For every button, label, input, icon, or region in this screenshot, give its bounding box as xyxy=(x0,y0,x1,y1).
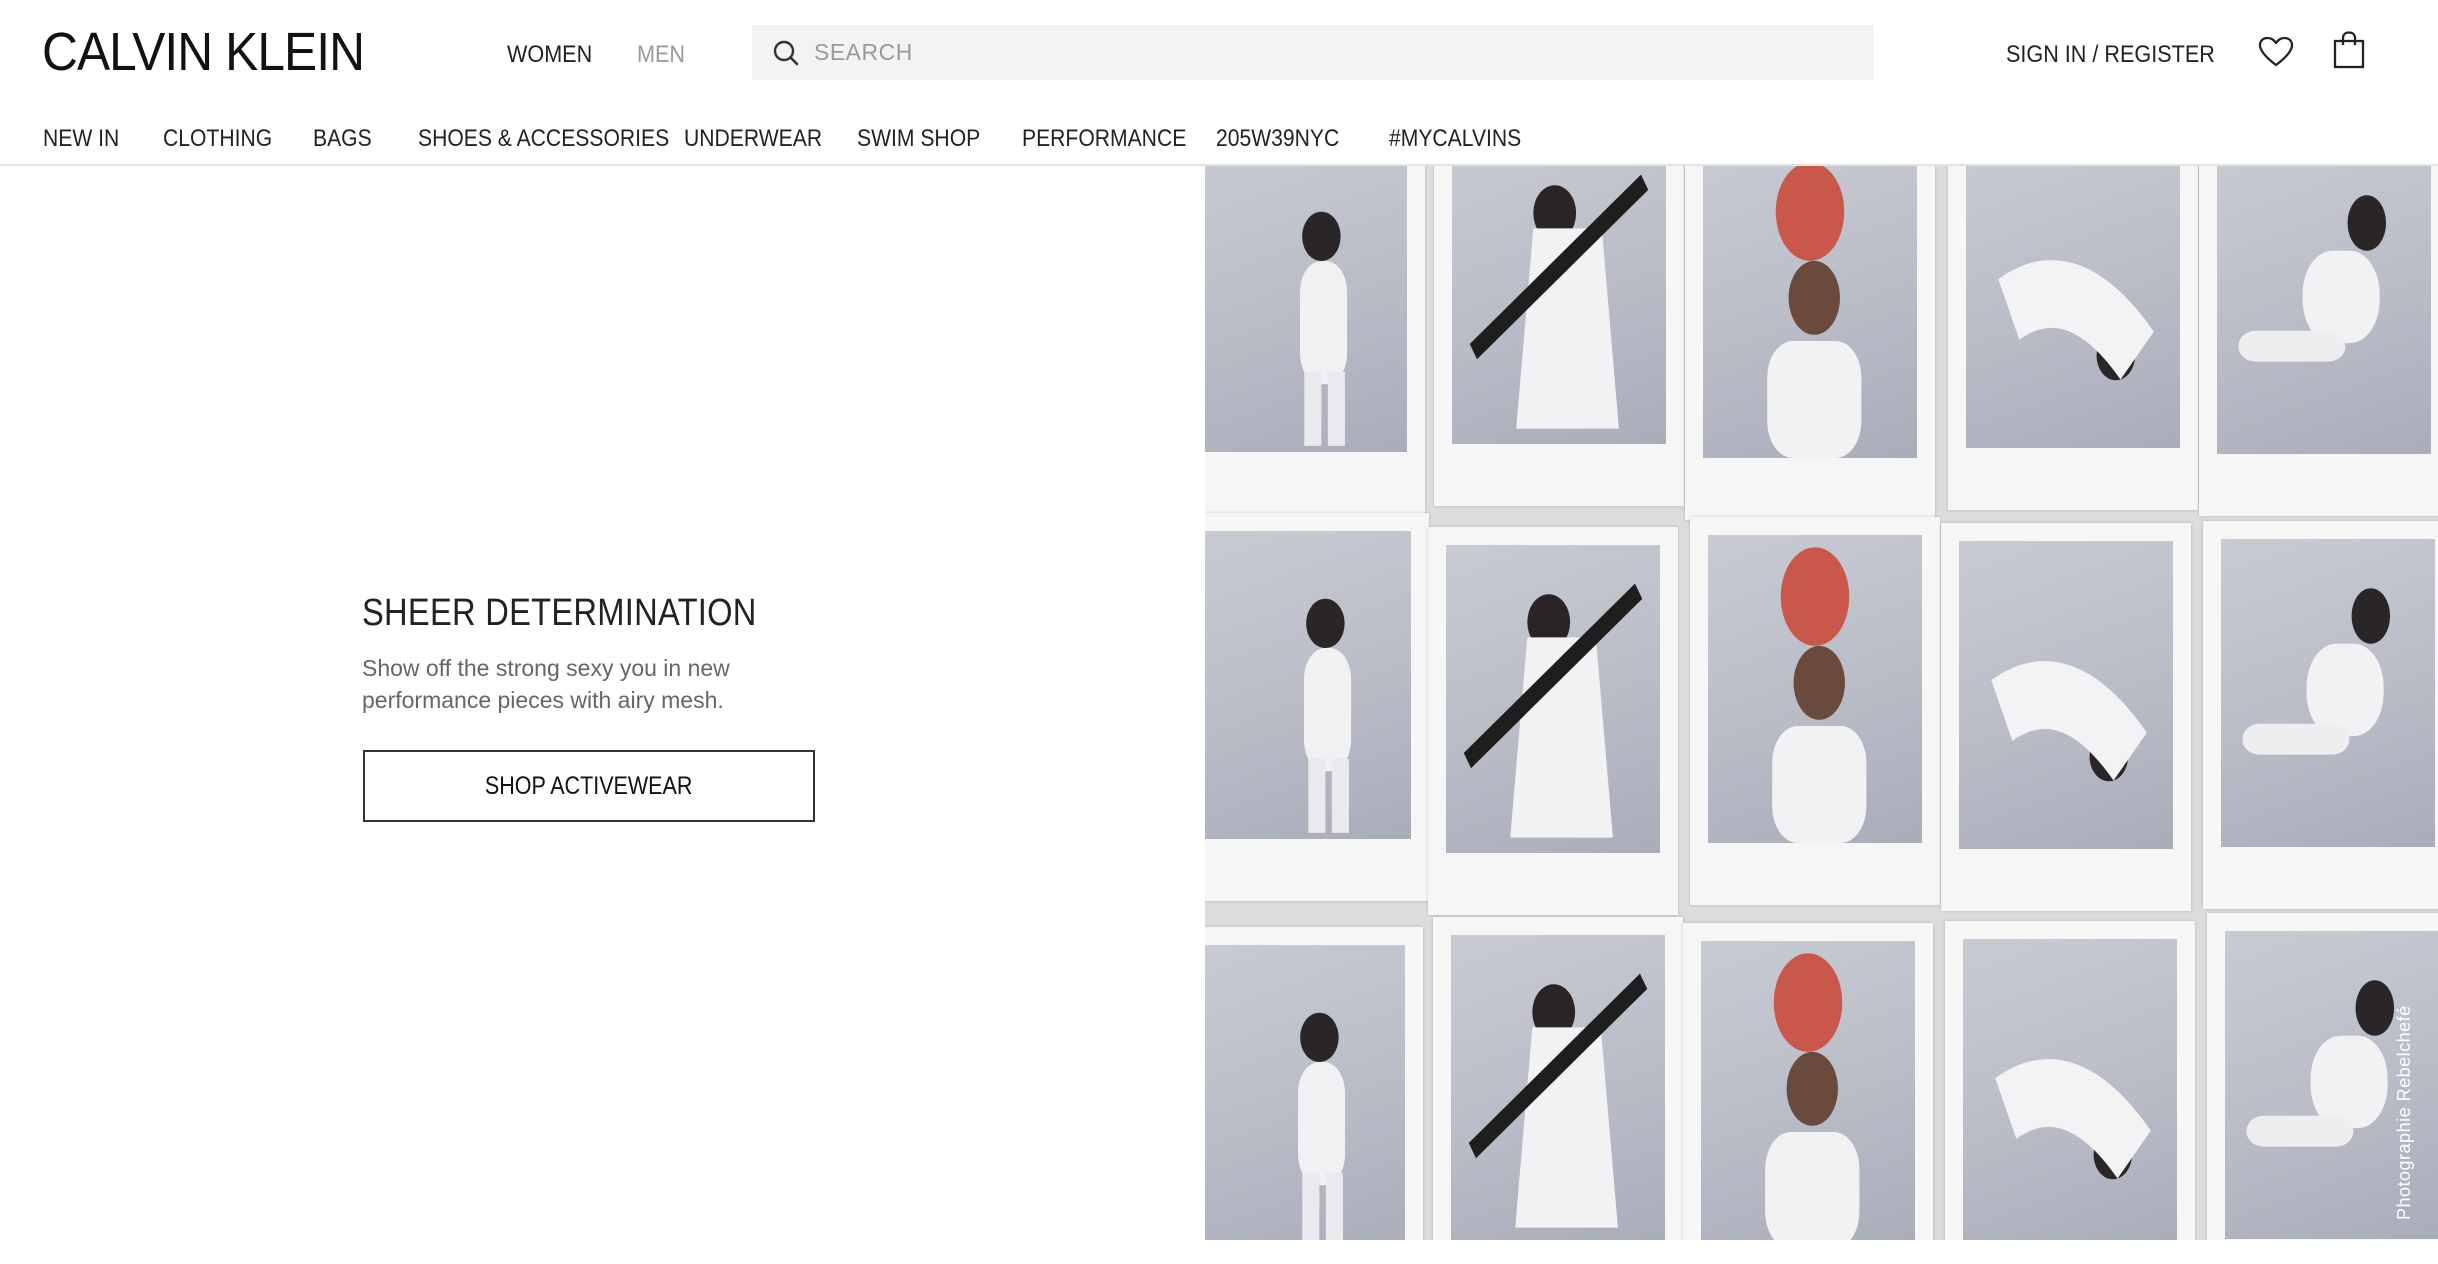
collage-photo xyxy=(1941,523,2191,911)
shopping-bag-icon xyxy=(2333,31,2365,69)
nav-item-bags[interactable]: BAGS xyxy=(313,124,372,154)
collage-photo xyxy=(1690,517,1940,905)
model-photo-image xyxy=(1701,941,1915,1240)
nav-item-new-in[interactable]: NEW IN xyxy=(43,124,119,154)
model-photo-image xyxy=(1452,166,1666,444)
collage-photo xyxy=(2203,521,2438,909)
collage-photo xyxy=(1428,527,1678,915)
shop-activewear-label: SHOP ACTIVEWEAR xyxy=(485,771,693,800)
gender-tab-women[interactable]: WOMEN xyxy=(507,40,592,70)
model-photo-image xyxy=(2221,539,2435,847)
model-photo-image xyxy=(1205,945,1405,1240)
wishlist-button[interactable] xyxy=(2257,33,2295,71)
search-icon[interactable] xyxy=(772,39,800,67)
nav-item-swim-shop[interactable]: SWIM SHOP xyxy=(857,124,980,154)
model-photo-image xyxy=(1708,535,1922,843)
collage-photo xyxy=(1433,917,1683,1240)
nav-item-205w39nyc[interactable]: 205W39NYC xyxy=(1216,124,1339,154)
heart-icon xyxy=(2258,36,2294,67)
brand-logo[interactable]: CALVIN KLEIN xyxy=(42,20,365,84)
collage-photo xyxy=(1945,921,2195,1240)
collage-photo xyxy=(1683,923,1933,1240)
model-photo-image xyxy=(1966,166,2180,448)
nav-item-shoes-accessories[interactable]: SHOES & ACCESSORIES xyxy=(418,124,669,154)
sign-in-register-link[interactable]: SIGN IN / REGISTER xyxy=(2006,40,2215,70)
collage-photo xyxy=(1205,927,1423,1240)
model-photo-image xyxy=(1703,166,1917,458)
collage-photo xyxy=(1205,166,1425,514)
search-input[interactable] xyxy=(814,25,1854,80)
collage-photo xyxy=(1685,166,1935,520)
hero-photo-collage[interactable] xyxy=(1205,166,2438,1240)
shop-activewear-button[interactable]: SHOP ACTIVEWEAR xyxy=(363,750,815,822)
model-photo-image xyxy=(1205,531,1411,839)
hero-description: Show off the strong sexy you in new perf… xyxy=(362,655,730,713)
collage-photo xyxy=(1948,166,2198,510)
hero-title: SHEER DETERMINATION xyxy=(362,592,757,634)
nav-item-clothing[interactable]: CLOTHING xyxy=(163,124,272,154)
collage-photo xyxy=(1434,166,1684,506)
site-header: CALVIN KLEIN WOMEN MEN SIGN IN / REGISTE… xyxy=(0,0,2438,106)
nav-item-mycalvins[interactable]: #MYCALVINS xyxy=(1389,124,1521,154)
search-bar[interactable] xyxy=(752,25,1874,80)
photo-credit: Photographie Rebelchefé xyxy=(2394,1005,2414,1220)
gender-tab-men[interactable]: MEN xyxy=(637,40,685,70)
model-photo-image xyxy=(1451,935,1665,1240)
model-photo-image xyxy=(2217,166,2431,454)
main-navigation: NEW IN CLOTHING BAGS SHOES & ACCESSORIES… xyxy=(0,118,2438,166)
cart-button[interactable] xyxy=(2330,31,2368,69)
model-photo-image xyxy=(1205,166,1407,452)
collage-photo xyxy=(2199,166,2438,516)
model-photo-image xyxy=(1959,541,2173,849)
nav-item-underwear[interactable]: UNDERWEAR xyxy=(684,124,822,154)
collage-photo xyxy=(1205,513,1429,901)
model-photo-image xyxy=(1963,939,2177,1240)
model-photo-image xyxy=(1446,545,1660,853)
nav-item-performance[interactable]: PERFORMANCE xyxy=(1022,124,1186,154)
